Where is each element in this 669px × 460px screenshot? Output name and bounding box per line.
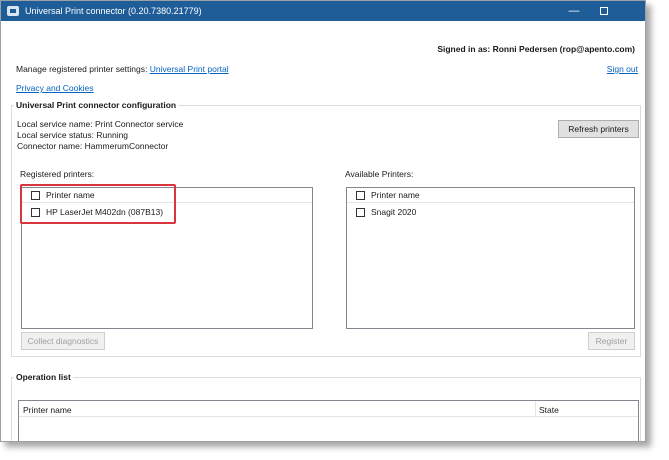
list-item[interactable]: Snagit 2020: [347, 205, 634, 219]
config-group-title: Universal Print connector configuration: [14, 100, 179, 110]
registered-printers-label: Registered printers:: [20, 169, 95, 179]
available-printer-checkbox[interactable]: [356, 207, 365, 217]
manage-settings-label: Manage registered printer settings:: [16, 64, 148, 74]
privacy-link[interactable]: Privacy and Cookies: [16, 83, 93, 93]
connector-window: Universal Print connector (0.20.7380.217…: [0, 0, 646, 442]
printer-app-icon: [7, 6, 19, 16]
operation-list-grid[interactable]: Printer name State: [18, 400, 639, 441]
service-status: Local service status: Running: [17, 130, 129, 140]
operation-list-title: Operation list: [14, 372, 73, 382]
col-state[interactable]: State: [539, 405, 559, 415]
maximize-button[interactable]: [589, 1, 619, 21]
available-printer-name: Snagit 2020: [371, 207, 417, 217]
window-title: Universal Print connector (0.20.7380.217…: [25, 6, 202, 16]
col-printer-name[interactable]: Printer name: [23, 405, 72, 415]
available-list-header: Printer name: [347, 188, 634, 203]
manage-settings-row: Manage registered printer settings: Univ…: [16, 64, 229, 74]
service-name: Local service name: Print Connector serv…: [17, 119, 184, 129]
register-button[interactable]: Register: [588, 332, 635, 350]
available-header-label: Printer name: [371, 190, 420, 200]
title-bar: Universal Print connector (0.20.7380.217…: [1, 1, 645, 21]
signed-in-label: Signed in as: Ronni Pedersen (rop@apento…: [437, 44, 635, 54]
maximize-icon: [600, 7, 608, 15]
refresh-printers-button[interactable]: Refresh printers: [558, 120, 639, 138]
sign-out-link[interactable]: Sign out: [607, 64, 638, 74]
portal-link[interactable]: Universal Print portal: [150, 64, 229, 74]
available-printers-list[interactable]: Printer name Snagit 2020: [346, 187, 635, 329]
collect-diagnostics-button[interactable]: Collect diagnostics: [21, 332, 105, 350]
available-printers-label: Available Printers:: [345, 169, 414, 179]
highlight-box: [20, 184, 176, 224]
connector-name: Connector name: HammerumConnector: [17, 141, 169, 151]
operation-list-header: Printer name State: [19, 401, 638, 417]
select-all-available-checkbox[interactable]: [356, 190, 365, 200]
minimize-button[interactable]: —: [559, 1, 589, 21]
column-separator[interactable]: [535, 401, 536, 417]
